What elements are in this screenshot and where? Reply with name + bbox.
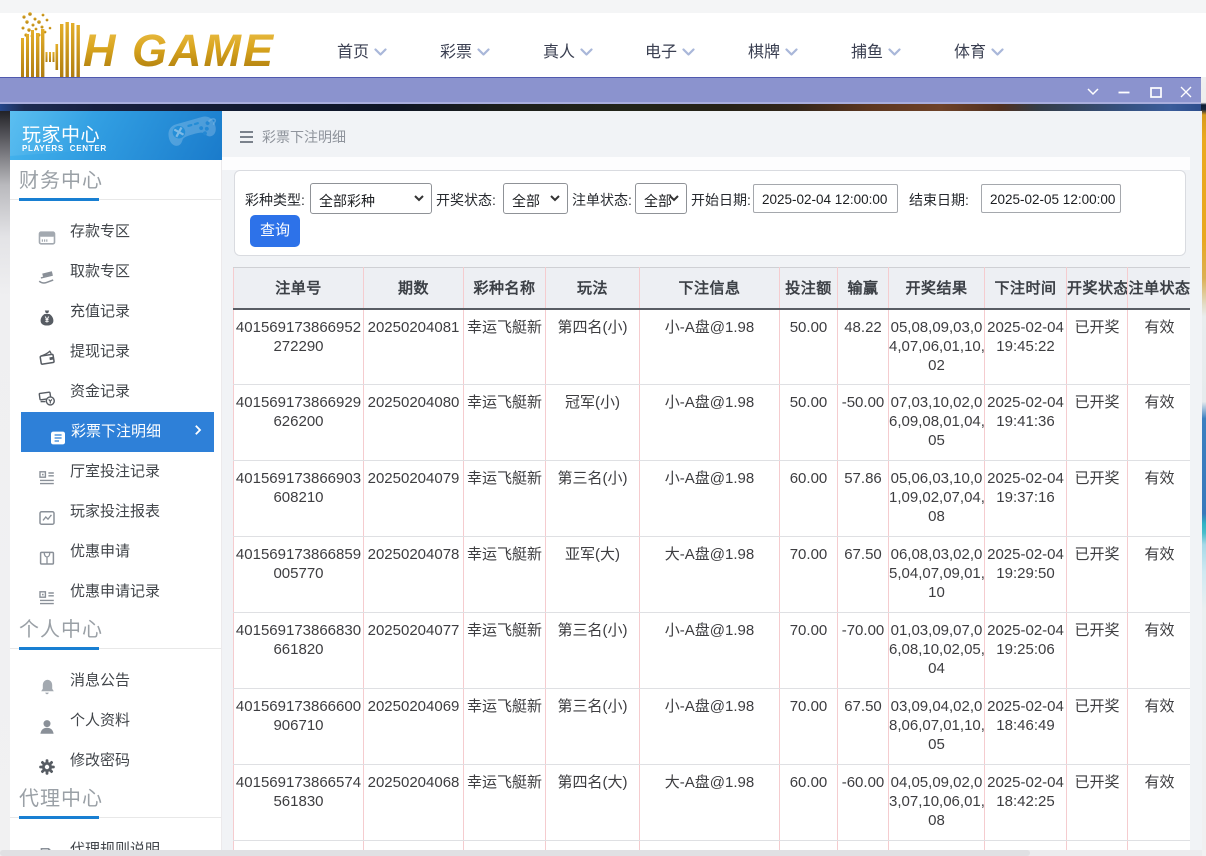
svg-text:¥: ¥	[45, 315, 50, 324]
